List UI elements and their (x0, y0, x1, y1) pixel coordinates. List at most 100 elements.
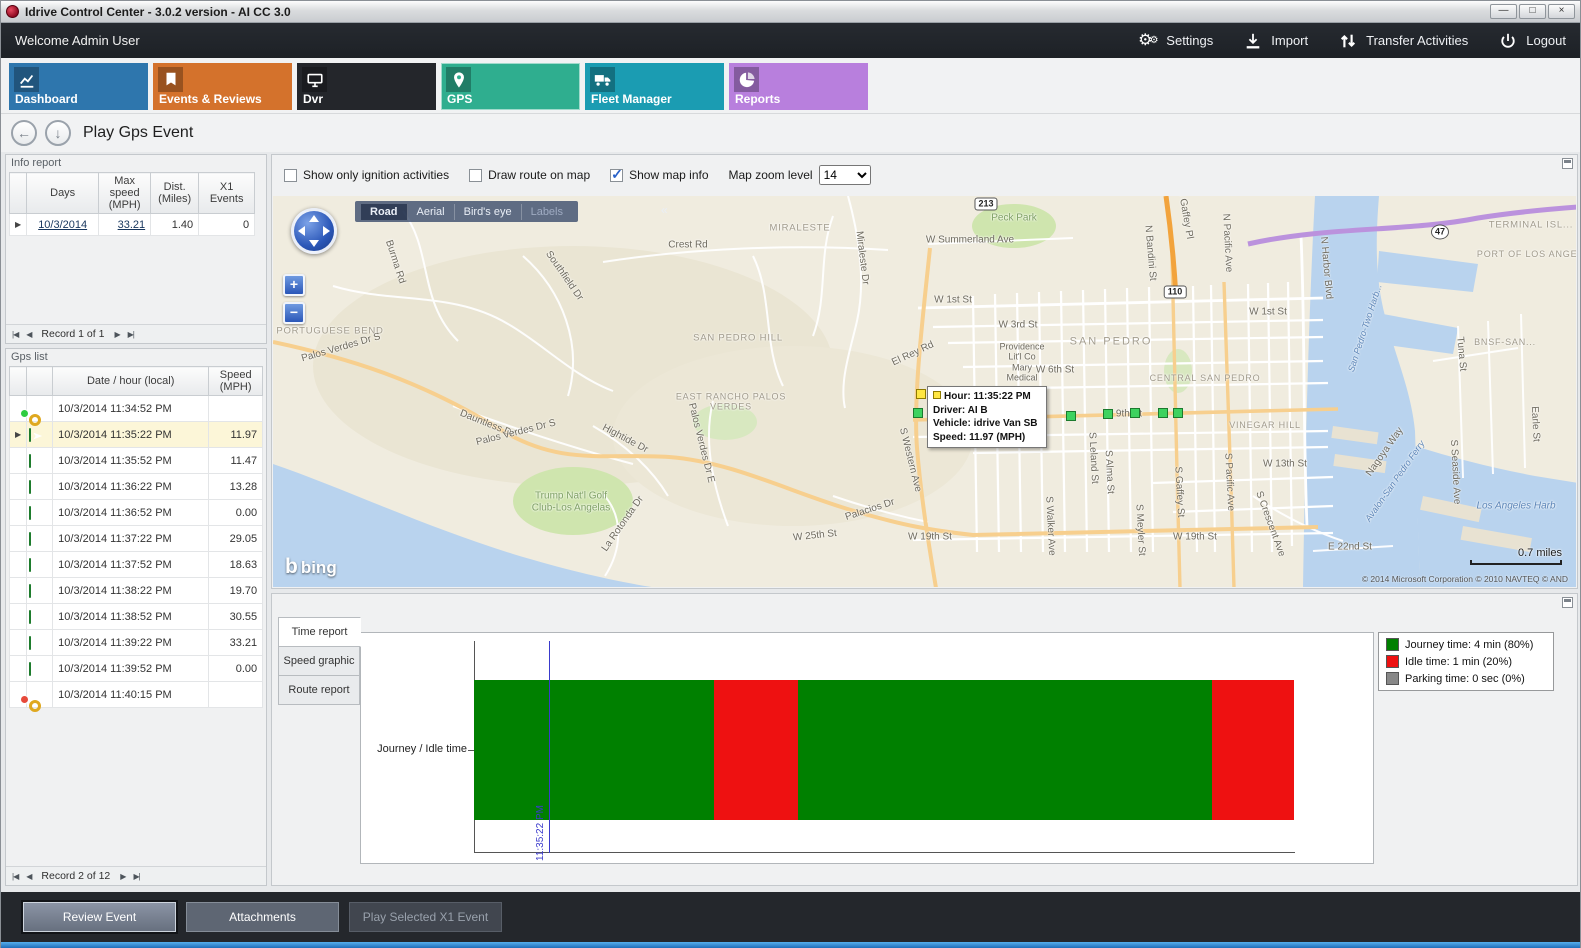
journey-bar (474, 680, 1294, 820)
first-record-button[interactable]: |◀ (12, 872, 18, 881)
col-distance[interactable]: Dist. (Miles) (151, 173, 199, 214)
gps-row[interactable]: 10/3/2014 11:39:22 PM 33.21 (10, 630, 263, 656)
legend-swatch-icon (1386, 638, 1399, 651)
checkbox-icon[interactable] (284, 169, 297, 182)
info-report-row[interactable]: ▶ 10/3/2014 33.21 1.40 0 (10, 214, 255, 236)
gps-list-panel: Gps list Date / hour (local) Speed (MPH)… (5, 348, 267, 886)
gps-point-icon (29, 454, 31, 468)
map-compass[interactable] (291, 208, 337, 254)
map-option-checkbox[interactable]: Draw route on map (469, 168, 590, 182)
map-zoom-select[interactable]: 14 (819, 165, 871, 185)
checkbox-icon[interactable] (610, 169, 623, 182)
legend-label: Idle time: 1 min (20%) (1405, 656, 1512, 668)
gps-datetime: 10/3/2014 11:35:22 PM (53, 422, 209, 448)
gps-datetime: 10/3/2014 11:39:22 PM (53, 630, 209, 656)
panel-expand-icon[interactable] (1562, 597, 1573, 608)
gps-point-icon (29, 506, 31, 520)
subheader: ← ↓ Play Gps Event (1, 114, 1580, 152)
next-record-button[interactable]: ▶ (114, 330, 119, 339)
menu-item-settings[interactable]: ⚙⚙ Settings (1138, 31, 1213, 51)
checkbox-icon[interactable] (469, 169, 482, 182)
gps-row[interactable]: ▶ 10/3/2014 11:35:22 PM 11.97 (10, 422, 263, 448)
map-type-bar: Road Aerial Bird's eye Labels (355, 201, 578, 222)
back-button[interactable]: ← (11, 120, 37, 146)
next-record-button[interactable]: ▶ (120, 872, 125, 881)
gps-row[interactable]: 10/3/2014 11:40:15 PM (10, 682, 263, 708)
col-date-hour[interactable]: Date / hour (local) (53, 367, 209, 396)
minimize-button[interactable]: — (1490, 4, 1517, 19)
map-type-option[interactable]: Aerial (408, 204, 455, 220)
menu-item-label: Settings (1166, 33, 1213, 48)
days-value[interactable]: 10/3/2014 (38, 219, 87, 231)
row-indicator (10, 578, 27, 604)
map-viewport[interactable]: MiralestePeck ParkW Summerland AveCrest … (273, 196, 1576, 587)
gps-row[interactable]: 10/3/2014 11:39:52 PM 0.00 (10, 656, 263, 682)
gps-row[interactable]: 10/3/2014 11:37:52 PM 18.63 (10, 552, 263, 578)
tab-gps[interactable]: GPS (441, 63, 580, 110)
gps-row[interactable]: 10/3/2014 11:38:22 PM 19.70 (10, 578, 263, 604)
map-option-checkbox[interactable]: Show map info (610, 168, 708, 182)
pan-down-icon (309, 240, 319, 247)
tab-dvr[interactable]: Dvr (297, 63, 436, 110)
chart-tabs: Time report Speed graphic Route report (278, 618, 360, 705)
tab-label: Dvr (303, 92, 323, 106)
legend-label: Parking time: 0 sec (0%) (1405, 673, 1525, 685)
prev-record-button[interactable]: ◀ (26, 872, 31, 881)
gps-speed (209, 682, 263, 708)
info-report-panel: Info report Days Max speed (MPH) Dist. (… (5, 154, 267, 344)
fleet-icon (590, 67, 615, 92)
map-type-option[interactable]: Road (361, 204, 408, 220)
tab-time-report[interactable]: Time report (278, 617, 361, 647)
play-selected-x1-event-button[interactable]: Play Selected X1 Event (349, 902, 502, 932)
tab-route-report[interactable]: Route report (278, 675, 360, 705)
tab-label: Reports (735, 92, 780, 106)
gps-point-icon (29, 480, 31, 494)
zoom-in-button[interactable]: + (283, 274, 305, 296)
row-indicator (10, 656, 27, 682)
last-record-button[interactable]: ▶| (133, 872, 139, 881)
first-record-button[interactable]: |◀ (12, 330, 18, 339)
time-cursor-label: 11:35:22 PM (535, 773, 546, 861)
map-type-option[interactable]: Bird's eye (455, 204, 522, 220)
checkbox-label: Show map info (629, 168, 708, 182)
gps-list-record-nav: |◀ ◀ Record 2 of 12 ▶ ▶| (6, 866, 266, 885)
menu-item-logout[interactable]: Logout (1498, 31, 1566, 51)
chart-legend: Journey time: 4 min (80%) Idle time: 1 m… (1378, 632, 1554, 691)
map-type-option[interactable]: Labels (522, 204, 572, 220)
close-button[interactable]: × (1548, 4, 1575, 19)
tab-dashboard[interactable]: Dashboard (9, 63, 148, 110)
tab-events-reviews[interactable]: Events & Reviews (153, 63, 292, 110)
tab-reports[interactable]: Reports (729, 63, 868, 110)
gps-speed: 30.55 (209, 604, 263, 630)
dvr-icon (302, 67, 327, 92)
menu-item-import[interactable]: Import (1243, 31, 1308, 51)
last-record-button[interactable]: ▶| (128, 330, 134, 339)
map-copyright: © 2014 Microsoft Corporation © 2010 NAVT… (1362, 574, 1568, 584)
menu-item-transfer-activities[interactable]: Transfer Activities (1338, 31, 1468, 51)
attachments-button[interactable]: Attachments (186, 902, 339, 932)
review-event-button[interactable]: Review Event (23, 902, 176, 932)
map-canvas[interactable] (273, 196, 1576, 587)
prev-record-button[interactable]: ◀ (26, 330, 31, 339)
col-speed[interactable]: Speed (MPH) (209, 367, 263, 396)
panel-expand-icon[interactable] (1562, 158, 1573, 169)
tab-speed-graphic[interactable]: Speed graphic (278, 646, 360, 676)
zoom-out-button[interactable]: − (283, 302, 305, 324)
gps-row[interactable]: 10/3/2014 11:38:52 PM 30.55 (10, 604, 263, 630)
col-x1-events[interactable]: X1 Events (199, 173, 255, 214)
gps-row[interactable]: 10/3/2014 11:36:52 PM 0.00 (10, 500, 263, 526)
map-option-checkbox[interactable]: Show only ignition activities (284, 168, 449, 182)
maximize-button[interactable]: □ (1519, 4, 1546, 19)
map-menu-collapse[interactable]: « (655, 203, 674, 217)
gps-row[interactable]: 10/3/2014 11:37:22 PM 29.05 (10, 526, 263, 552)
gps-speed: 0.00 (209, 656, 263, 682)
max-speed-value[interactable]: 33.21 (118, 219, 146, 231)
gps-row[interactable]: 10/3/2014 11:34:52 PM (10, 396, 263, 422)
legend-item: Journey time: 4 min (80%) (1386, 638, 1546, 651)
collapse-button[interactable]: ↓ (45, 120, 71, 146)
gps-row[interactable]: 10/3/2014 11:36:22 PM 13.28 (10, 474, 263, 500)
col-max-speed[interactable]: Max speed (MPH) (99, 173, 151, 214)
tab-fleet-manager[interactable]: Fleet Manager (585, 63, 724, 110)
gps-row[interactable]: 10/3/2014 11:35:52 PM 11.47 (10, 448, 263, 474)
col-days[interactable]: Days (27, 173, 99, 214)
